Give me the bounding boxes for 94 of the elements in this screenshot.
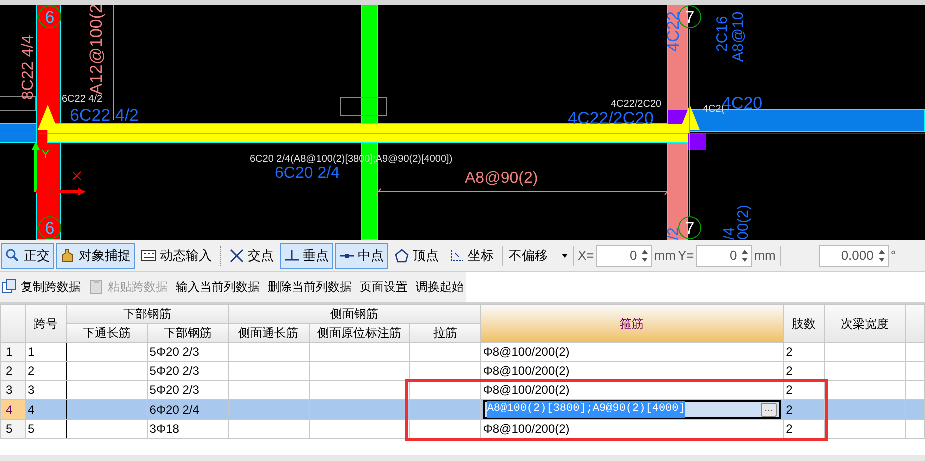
table-cell: 2 bbox=[786, 383, 793, 397]
table-cell: Φ8@100/200(2) bbox=[483, 364, 570, 378]
toolbar-button[interactable]: 调换起始 bbox=[416, 275, 464, 299]
table-cell: 2 bbox=[28, 364, 35, 378]
table-cell: 3 bbox=[28, 383, 35, 397]
axis-bubble bbox=[38, 216, 62, 240]
rebar-label: 4C2( bbox=[703, 104, 725, 115]
row-number[interactable]: 1 bbox=[0, 342, 26, 362]
magnifier-icon bbox=[5, 248, 21, 264]
rebar-label: A8@10 bbox=[730, 12, 747, 62]
axis-label: Y bbox=[42, 149, 50, 161]
perpendicular-icon bbox=[284, 248, 300, 264]
midpoint-icon bbox=[339, 254, 355, 258]
table-cell: 2 bbox=[786, 402, 793, 416]
column-header[interactable]: 肢数 bbox=[784, 304, 825, 342]
column-header[interactable]: 箍筋 bbox=[480, 304, 784, 342]
keyboard-icon bbox=[141, 248, 157, 264]
toolbar-button[interactable]: 复制跨数据 bbox=[2, 275, 81, 299]
row-number[interactable]: 5 bbox=[0, 420, 26, 438]
rebar-label: 6C22 4/2 bbox=[70, 106, 139, 125]
toolbar-button[interactable]: 删除当前列数据 bbox=[268, 275, 352, 299]
spinner-arrows-icon[interactable] bbox=[641, 248, 650, 264]
rebar-label: 2C16 bbox=[714, 16, 731, 52]
toolbar-button[interactable]: 页面设置 bbox=[360, 275, 408, 299]
row-number[interactable]: 2 bbox=[0, 362, 26, 380]
rebar-label: 4C22/2C20 bbox=[568, 109, 654, 128]
table-cell: 2 bbox=[786, 345, 793, 359]
axes-icon bbox=[449, 248, 465, 264]
row-number[interactable]: 4 bbox=[0, 400, 26, 420]
spinner-arrows-icon[interactable] bbox=[878, 248, 886, 264]
rebar-label: A12@100(2 bbox=[87, 5, 106, 95]
rebar-label: 4C22 bbox=[664, 11, 683, 52]
row-number[interactable]: 3 bbox=[0, 380, 26, 400]
table-cell: 1 bbox=[28, 345, 35, 359]
table-cell: Φ8@100/200(2) bbox=[483, 422, 570, 436]
unit-label: ° bbox=[890, 246, 896, 265]
axis-arrows-icon bbox=[32, 142, 86, 196]
unit-label: mm bbox=[654, 246, 676, 265]
table-cell: 4 bbox=[28, 402, 35, 416]
rebar-label: 00(2) bbox=[735, 204, 752, 240]
rebar-label: 4C22/2C20 bbox=[611, 99, 662, 110]
angle-field[interactable]: 0.000 bbox=[818, 244, 889, 266]
column-header[interactable]: 侧面原位标注筋 bbox=[309, 324, 410, 342]
snap-toggle[interactable]: 交点 bbox=[225, 242, 278, 268]
axis-number: 6 bbox=[45, 8, 55, 27]
rebar-label: A8@90(2) bbox=[465, 170, 538, 187]
rebar-label: /2 bbox=[665, 227, 682, 240]
snap-toggle[interactable]: 对象捕捉 bbox=[56, 242, 135, 268]
column-group-header: 侧面钢筋 bbox=[228, 304, 481, 324]
copy-icon bbox=[2, 279, 18, 295]
column-group-header: 下部钢筋 bbox=[66, 304, 228, 324]
column-header[interactable]: 跨号 bbox=[25, 304, 66, 342]
selected-text: A8@100(2)[3800];A9@90(2)[4000] bbox=[487, 401, 686, 418]
axis-number: 6 bbox=[45, 219, 55, 238]
spinner-arrows-icon[interactable] bbox=[741, 248, 750, 264]
axis-bubble bbox=[38, 6, 62, 28]
rebar-label: 6C22 4/2 bbox=[62, 94, 103, 105]
unit-label: mm bbox=[754, 246, 776, 265]
y-field[interactable]: 0 bbox=[696, 244, 752, 266]
cell-editor[interactable]: A8@100(2)[3800];A9@90(2)[4000] ··· bbox=[483, 400, 782, 419]
snap-toggle[interactable]: 垂点 bbox=[280, 242, 333, 268]
table-cell: 5Φ20 2/3 bbox=[150, 345, 200, 359]
offset-dropdown[interactable]: 不偏移 bbox=[507, 244, 569, 268]
toolbar-button[interactable]: 输入当前列数据 bbox=[176, 275, 260, 299]
x-field[interactable]: 0 bbox=[596, 244, 652, 266]
column-header[interactable]: 下通长筋 bbox=[66, 324, 148, 342]
cross-icon bbox=[229, 248, 245, 264]
clipboard-icon bbox=[89, 279, 105, 295]
x-label: X= bbox=[578, 246, 594, 265]
table-cell: 5 bbox=[28, 422, 35, 436]
table-cell: Φ8@100/200(2) bbox=[483, 345, 570, 359]
table-cell: 2 bbox=[786, 364, 793, 378]
snap-toggle[interactable]: 中点 bbox=[335, 242, 388, 268]
table-cell: 2 bbox=[786, 422, 793, 436]
column-header[interactable]: 拉筋 bbox=[410, 324, 481, 342]
column-header[interactable]: 下部钢筋 bbox=[147, 324, 228, 342]
table-cell: 6Φ20 2/4 bbox=[150, 402, 200, 416]
column-header[interactable]: 侧面通长筋 bbox=[228, 324, 310, 342]
ellipsis-button[interactable]: ··· bbox=[761, 403, 778, 417]
column-header[interactable]: 次梁宽度 bbox=[824, 304, 906, 342]
rebar-label: /4 bbox=[721, 227, 738, 240]
table-cell: 3Φ18 bbox=[150, 422, 180, 436]
y-label: Y= bbox=[678, 246, 694, 265]
table-cell: Φ8@100/200(2) bbox=[483, 383, 570, 397]
rebar-label: 6C20 2/4 bbox=[275, 165, 340, 182]
caret-icon bbox=[561, 252, 569, 260]
table-cell: 5Φ20 2/3 bbox=[150, 383, 200, 397]
snap-toggle[interactable]: 顶点 bbox=[390, 242, 443, 268]
snap-toggle[interactable]: 正交 bbox=[1, 242, 54, 268]
pentagon-icon bbox=[394, 248, 410, 264]
rebar-label: 8C22 4/4 bbox=[20, 35, 37, 100]
snap-toggle[interactable]: 动态输入 bbox=[137, 242, 216, 268]
table-cell: 5Φ20 2/3 bbox=[150, 364, 200, 378]
snap-toggle[interactable]: 坐标 bbox=[445, 242, 498, 268]
